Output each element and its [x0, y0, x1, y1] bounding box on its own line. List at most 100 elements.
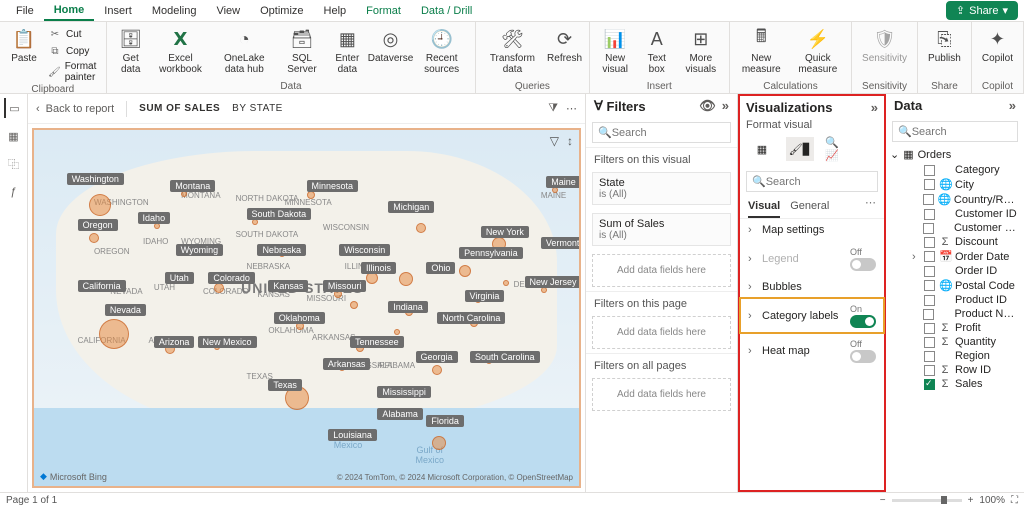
dax-view-icon[interactable]: ƒ	[4, 182, 24, 202]
field-postal-code[interactable]: 🌐Postal Code	[886, 278, 1024, 293]
field-city[interactable]: 🌐City	[886, 177, 1024, 192]
map-bubble[interactable]	[214, 283, 224, 293]
text-box-button[interactable]: AText box	[637, 24, 677, 77]
map-bubble[interactable]	[89, 194, 111, 216]
checkbox[interactable]	[923, 223, 934, 234]
filters-search[interactable]: 🔍	[592, 122, 731, 143]
menu-optimize[interactable]: Optimize	[250, 2, 313, 20]
menu-view[interactable]: View	[206, 2, 250, 20]
table-view-icon[interactable]: ▦	[4, 126, 24, 146]
checkbox[interactable]	[924, 209, 935, 220]
field-quantity[interactable]: ΣQuantity	[886, 335, 1024, 349]
dataverse-button[interactable]: ◎Dataverse	[369, 24, 412, 67]
filters-search-input[interactable]	[612, 127, 754, 139]
checkbox[interactable]	[924, 280, 935, 291]
map-bubble[interactable]	[350, 301, 358, 309]
format-bubbles[interactable]: ›Bubbles	[740, 276, 884, 298]
onelake-button[interactable]: ◔OneLake data hub	[210, 24, 278, 77]
filter-dropzone-visual[interactable]: Add data fields here	[592, 254, 731, 287]
paste-button[interactable]: 📋 Paste	[4, 24, 44, 67]
menu-modeling[interactable]: Modeling	[142, 2, 207, 20]
viz-search[interactable]: 🔍	[746, 171, 878, 192]
format-heat-map[interactable]: ›Heat mapOff	[740, 333, 884, 368]
data-search-input[interactable]	[912, 126, 1024, 138]
map-bubble[interactable]	[503, 280, 509, 286]
data-search[interactable]: 🔍	[892, 121, 1018, 142]
analytics-icon[interactable]: 🔍📈	[824, 137, 852, 161]
filter-icon[interactable]: ⧩	[548, 102, 558, 115]
copy-button[interactable]: ⧉Copy	[44, 43, 102, 59]
filter-card-state[interactable]: Stateis (All)	[592, 172, 731, 205]
map-bubble[interactable]	[432, 365, 442, 375]
build-visual-icon[interactable]: ▦	[748, 137, 776, 161]
checkbox[interactable]	[924, 379, 935, 390]
map-filter-icon[interactable]: ▽	[550, 134, 559, 148]
format-visual-icon[interactable]: 🖌▊	[786, 137, 814, 161]
field-discount[interactable]: ΣDiscount	[886, 235, 1024, 249]
field-customer-na-[interactable]: Customer Na…	[886, 221, 1024, 235]
toggle[interactable]	[850, 350, 876, 363]
checkbox[interactable]	[924, 295, 935, 306]
share-button[interactable]: ⇪Share▾	[946, 1, 1018, 20]
menu-help[interactable]: Help	[314, 2, 357, 20]
more-icon[interactable]: ⋯	[566, 102, 577, 115]
field-profit[interactable]: ΣProfit	[886, 321, 1024, 335]
map-bubble[interactable]	[416, 223, 426, 233]
format-category-labels[interactable]: ›Category labelsOn	[740, 298, 884, 333]
checkbox[interactable]	[923, 309, 934, 320]
toggle[interactable]	[850, 258, 876, 271]
new-visual-button[interactable]: 📊New visual	[594, 24, 637, 77]
field-row-id[interactable]: ΣRow ID	[886, 363, 1024, 377]
field-product-name[interactable]: Product Name	[886, 307, 1024, 321]
filter-dropzone-page[interactable]: Add data fields here	[592, 316, 731, 349]
menu-insert[interactable]: Insert	[94, 2, 142, 20]
tab-general[interactable]: General	[790, 196, 829, 218]
publish-button[interactable]: ⎘Publish	[922, 24, 967, 67]
transform-data-button[interactable]: 🛠Transform data	[480, 24, 544, 77]
zoom-out-icon[interactable]: −	[880, 495, 886, 506]
field-sales[interactable]: ΣSales	[886, 377, 1024, 391]
filter-card-sales[interactable]: Sum of Salesis (All)	[592, 213, 731, 246]
get-data-button[interactable]: 🗄Get data	[111, 24, 151, 77]
more-visuals-button[interactable]: ⊞More visuals	[677, 24, 725, 77]
zoom-slider[interactable]	[892, 499, 962, 502]
checkbox[interactable]	[924, 251, 935, 262]
back-to-report[interactable]: ‹Back to report	[36, 103, 114, 115]
field-order-date[interactable]: ›📅Order Date	[886, 249, 1024, 264]
recent-sources-button[interactable]: 🕘Recent sources	[412, 24, 471, 77]
checkbox[interactable]	[924, 179, 935, 190]
collapse-icon[interactable]: »	[1009, 98, 1016, 113]
field-order-id[interactable]: Order ID	[886, 264, 1024, 278]
report-view-icon[interactable]: ▭	[4, 98, 24, 118]
map-bubble[interactable]	[99, 319, 129, 349]
format-map-settings[interactable]: ›Map settings	[740, 219, 884, 241]
field-region[interactable]: Region	[886, 349, 1024, 363]
new-measure-button[interactable]: 🖩New measure	[734, 24, 789, 77]
format-painter-button[interactable]: 🖌Format painter	[44, 60, 102, 84]
menu-home[interactable]: Home	[44, 1, 95, 21]
map-bubble[interactable]	[89, 233, 99, 243]
filter-dropzone-all[interactable]: Add data fields here	[592, 378, 731, 411]
excel-button[interactable]: 𝗫Excel workbook	[151, 24, 211, 77]
collapse-icon[interactable]: »	[722, 98, 729, 114]
sensitivity-button[interactable]: 🛡Sensitivity	[856, 24, 913, 67]
collapse-icon[interactable]: »	[871, 100, 878, 115]
checkbox[interactable]	[924, 323, 935, 334]
quick-measure-button[interactable]: ⚡Quick measure	[789, 24, 847, 77]
checkbox[interactable]	[924, 266, 935, 277]
menu-file[interactable]: File	[6, 2, 44, 20]
field-country-region[interactable]: 🌐Country/Region	[886, 192, 1024, 207]
model-view-icon[interactable]: ⿻	[4, 154, 24, 174]
checkbox[interactable]	[924, 351, 935, 362]
checkbox[interactable]	[923, 194, 934, 205]
field-customer-id[interactable]: Customer ID	[886, 207, 1024, 221]
cut-button[interactable]: ✂Cut	[44, 26, 102, 42]
field-category[interactable]: Category	[886, 163, 1024, 177]
tab-visual[interactable]: Visual	[748, 196, 780, 218]
checkbox[interactable]	[924, 165, 935, 176]
field-product-id[interactable]: Product ID	[886, 293, 1024, 307]
zoom-in-icon[interactable]: +	[968, 495, 974, 506]
refresh-button[interactable]: ⟳Refresh	[545, 24, 585, 67]
map-expand-icon[interactable]: ↕	[567, 134, 573, 148]
copilot-button[interactable]: ✦Copilot	[976, 24, 1019, 67]
